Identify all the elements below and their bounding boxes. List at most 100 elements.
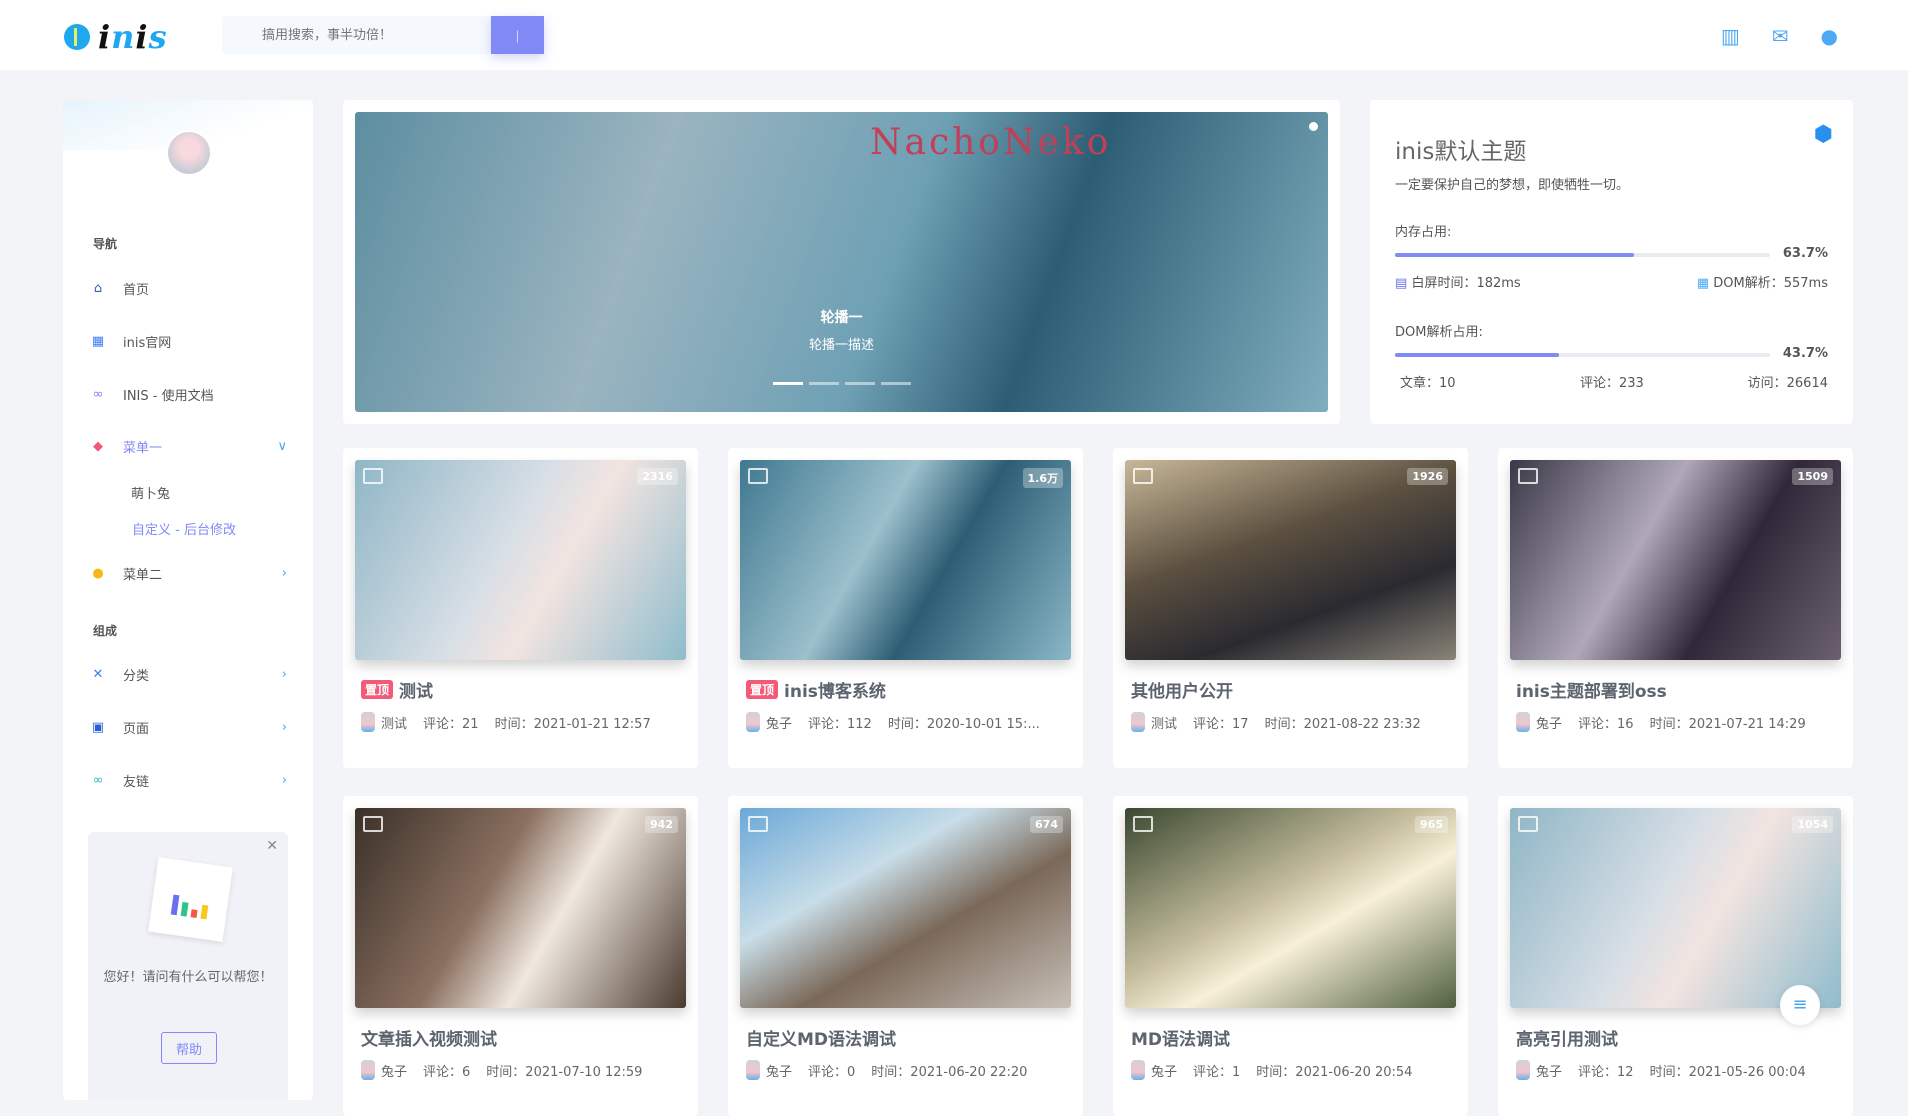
- post-thumbnail[interactable]: 1926: [1125, 460, 1456, 660]
- menu-fab[interactable]: ≡: [1780, 985, 1820, 1025]
- sidebar-item-docs[interactable]: ∞ INIS - 使用文档: [83, 374, 293, 414]
- carousel-dot[interactable]: [773, 382, 803, 385]
- carousel-dot[interactable]: [845, 382, 875, 385]
- comment-count: 评论：6: [423, 1064, 471, 1080]
- sidebar-item-links[interactable]: ∞ 友链 ›: [83, 760, 293, 800]
- post-title[interactable]: MD语法调试: [1131, 1025, 1230, 1050]
- bike-icon: ∞: [92, 386, 104, 402]
- pinned-badge: 置顶: [746, 680, 779, 699]
- post-time: 时间：2021-08-22 23:32: [1264, 716, 1421, 732]
- image-icon: [1133, 468, 1153, 484]
- image-icon: [748, 816, 768, 832]
- sidebar-item-menu1[interactable]: ◆ 菜单一 ∨: [83, 426, 293, 466]
- post-time: 时间：2021-06-20 22:20: [871, 1064, 1028, 1080]
- carousel-dot[interactable]: [809, 382, 839, 385]
- carousel-slide[interactable]: NachoNeko 轮播一 轮播一描述: [355, 112, 1328, 412]
- author: 兔子: [361, 1060, 407, 1080]
- view-count: 2316: [637, 468, 678, 485]
- view-count: 1509: [1792, 468, 1833, 485]
- document-illustration: [148, 857, 233, 942]
- post-title[interactable]: 自定义MD语法调试: [746, 1025, 896, 1050]
- post-meta: 兔子 评论：0 时间：2021-06-20 22:20: [746, 1060, 1071, 1080]
- memory-label: 内存占用:: [1395, 225, 1452, 240]
- sidebar-item-inis-site[interactable]: ▦ inis官网: [83, 321, 293, 361]
- link-icon: ∞: [92, 772, 104, 788]
- comment-count: 评论：112: [808, 716, 872, 732]
- post-title[interactable]: 置顶 测试: [361, 677, 433, 702]
- sidebar-item-category[interactable]: ✕ 分类 ›: [83, 654, 293, 694]
- post-thumbnail[interactable]: 942: [355, 808, 686, 1008]
- post-time: 时间：2021-05-26 00:04: [1649, 1064, 1806, 1080]
- post-time: 时间：2021-01-21 12:57: [494, 716, 651, 732]
- carousel: NachoNeko 轮播一 轮播一描述: [343, 100, 1340, 424]
- search-input[interactable]: [222, 16, 491, 54]
- post-meta: 测试 评论：21 时间：2021-01-21 12:57: [361, 712, 686, 732]
- theme-title: inis默认主题: [1395, 139, 1527, 165]
- white-screen-time: ▤ 白屏时间：182ms: [1395, 276, 1521, 291]
- submenu-item-active[interactable]: 自定义 - 后台修改: [132, 519, 236, 538]
- image-icon: [748, 468, 768, 484]
- post-card[interactable]: 965 MD语法调试 兔子 评论：1 时间：2021-06-20 20:54: [1113, 796, 1468, 1116]
- search-button[interactable]: |: [491, 16, 544, 54]
- mail-icon[interactable]: ✉: [1772, 24, 1789, 48]
- logo[interactable]: inis: [64, 18, 168, 56]
- post-card[interactable]: 1.6万 置顶 inis博客系统 兔子 评论：112 时间：2020-10-01 15…: [728, 448, 1083, 768]
- stats-icon[interactable]: ▥: [1721, 24, 1740, 48]
- help-button[interactable]: 帮助: [161, 1032, 217, 1064]
- close-icon[interactable]: ✕: [266, 838, 278, 854]
- author: 兔子: [1516, 1060, 1562, 1080]
- author-avatar: [1131, 712, 1145, 732]
- post-title[interactable]: 置顶 inis博客系统: [746, 677, 886, 702]
- author-avatar: [1516, 712, 1530, 732]
- search-bar: |: [222, 16, 544, 54]
- post-title[interactable]: 其他用户公开: [1131, 677, 1233, 702]
- post-card[interactable]: 942 文章插入视频测试 兔子 评论：6 时间：2021-07-10 12:59: [343, 796, 698, 1116]
- post-card[interactable]: 674 自定义MD语法调试 兔子 评论：0 时间：2021-06-20 22:20: [728, 796, 1083, 1116]
- sidebar-item-menu2[interactable]: ● 菜单二 ›: [83, 553, 293, 593]
- author: 兔子: [1131, 1060, 1177, 1080]
- comment-count: 评论：17: [1193, 716, 1249, 732]
- dom-label: DOM解析占用:: [1395, 325, 1483, 340]
- post-meta: 兔子 评论：1 时间：2021-06-20 20:54: [1131, 1060, 1456, 1080]
- theme-motto: 一定要保护自己的梦想，即使牺牲一切。: [1395, 178, 1630, 193]
- page-icon: ▣: [91, 719, 105, 735]
- post-card[interactable]: 1509 inis主题部署到oss 兔子 评论：16 时间：2021-07-21 1…: [1498, 448, 1853, 768]
- article-count: 文章：10: [1400, 376, 1456, 391]
- post-thumbnail[interactable]: 2316: [355, 460, 686, 660]
- post-thumbnail[interactable]: 1.6万: [740, 460, 1071, 660]
- view-count: 1054: [1792, 816, 1833, 833]
- post-card[interactable]: 1054 高亮引用测试 兔子 评论：12 时间：2021-05-26 00:04: [1498, 796, 1853, 1116]
- post-thumbnail[interactable]: 674: [740, 808, 1071, 1008]
- author-avatar: [1131, 1060, 1145, 1080]
- carousel-dot[interactable]: [881, 382, 911, 385]
- post-title[interactable]: 文章插入视频测试: [361, 1025, 497, 1050]
- comment-count: 评论：16: [1578, 716, 1634, 732]
- sidebar-item-home[interactable]: ⌂ 首页: [83, 268, 293, 308]
- carousel-indicators: [773, 382, 911, 385]
- post-thumbnail[interactable]: 965: [1125, 808, 1456, 1008]
- image-icon: [1518, 468, 1538, 484]
- grid-icon: ▦: [91, 333, 105, 349]
- dom-percent: 43.7%: [1782, 346, 1828, 361]
- submenu-item[interactable]: 萌卜兔: [131, 483, 170, 502]
- dom-progress: [1395, 353, 1770, 357]
- post-card[interactable]: 2316 置顶 测试 测试 评论：21 时间：2021-01-21 12:57: [343, 448, 698, 768]
- slide-description: 轮播一描述: [808, 338, 874, 353]
- document-icon: ▤: [1395, 276, 1408, 291]
- home-icon: ⌂: [93, 280, 103, 296]
- chevron-right-icon: ›: [281, 565, 287, 581]
- image-icon: [1133, 816, 1153, 832]
- user-icon[interactable]: ●: [1821, 24, 1838, 48]
- help-card: ✕ 您好！请问有什么可以帮您！ 帮助: [88, 832, 288, 1100]
- sidebar: 导航 ⌂ 首页 ▦ inis官网 ∞ INIS - 使用文档 ◆ 菜单一 ∨ 萌卜兔 自定…: [63, 100, 313, 1100]
- sidebar-item-pages[interactable]: ▣ 页面 ›: [83, 707, 293, 747]
- post-time: 时间：2021-07-21 14:29: [1649, 716, 1806, 732]
- post-card[interactable]: 1926 其他用户公开 测试 评论：17 时间：2021-08-22 23:32: [1113, 448, 1468, 768]
- memory-progress: [1395, 253, 1770, 257]
- post-title[interactable]: 高亮引用测试: [1516, 1025, 1618, 1050]
- post-thumbnail[interactable]: 1509: [1510, 460, 1841, 660]
- post-meta: 测试 评论：17 时间：2021-08-22 23:32: [1131, 712, 1456, 732]
- post-title[interactable]: inis主题部署到oss: [1516, 677, 1667, 702]
- post-thumbnail[interactable]: 1054: [1510, 808, 1841, 1008]
- avatar[interactable]: [166, 130, 212, 176]
